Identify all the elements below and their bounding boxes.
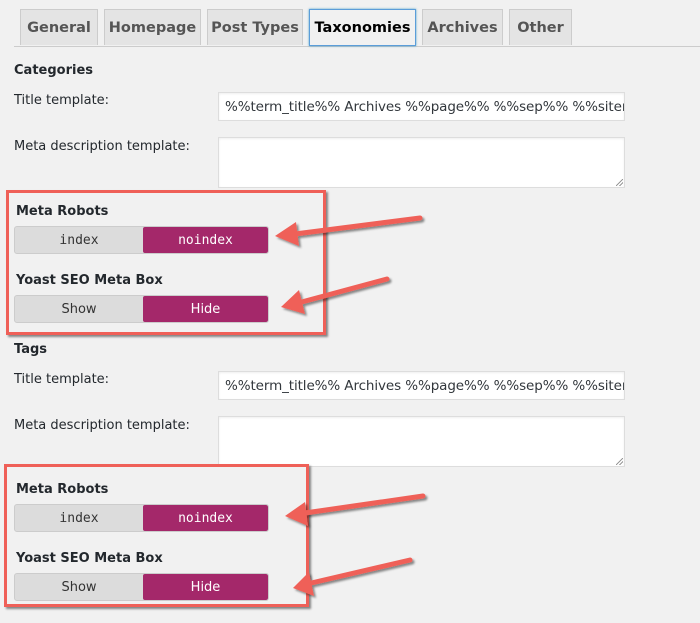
arrow-icon bbox=[281, 276, 390, 314]
arrow-icon bbox=[275, 215, 423, 246]
arrow-icon bbox=[285, 493, 426, 526]
arrow-icon bbox=[293, 557, 413, 596]
annotation-arrows bbox=[275, 215, 426, 596]
